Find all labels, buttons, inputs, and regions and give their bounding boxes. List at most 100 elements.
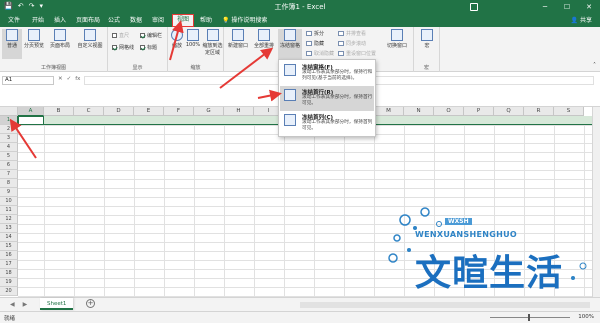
page-break-preview-button[interactable]: 分页预览 xyxy=(24,29,44,59)
column-header-g[interactable]: G xyxy=(194,107,224,116)
arrange-all-button[interactable]: 全部重排 xyxy=(252,29,276,59)
select-all-button[interactable] xyxy=(0,107,18,116)
cancel-icon[interactable]: ✕ xyxy=(58,76,63,82)
menu-item-freeze-first-column[interactable]: 冻结首列(C) 滚动工作表其余部分时，保持首列可见。 xyxy=(280,111,374,136)
row-header-3[interactable]: 3 xyxy=(0,134,18,143)
tab-insert[interactable]: 插入 xyxy=(50,14,70,27)
row-gridline xyxy=(18,143,600,144)
group-show: 直尺 网格线 编辑栏 标题 显示 xyxy=(108,27,168,72)
tab-home[interactable]: 开始 xyxy=(28,14,48,27)
row-header-14[interactable]: 14 xyxy=(0,233,18,242)
view-side-by-side-button[interactable]: 并排查看 xyxy=(338,30,366,37)
tab-file[interactable]: 文件 xyxy=(4,14,24,27)
row-header-5[interactable]: 5 xyxy=(0,152,18,161)
prev-sheet-icon[interactable]: ◀ xyxy=(10,301,15,308)
reset-window-position-button[interactable]: 重设窗口位置 xyxy=(338,50,376,57)
switch-windows-button[interactable]: 切换窗口 xyxy=(384,29,410,59)
column-header-s[interactable]: S xyxy=(554,107,584,116)
custom-views-label: 自定义视图 xyxy=(77,43,103,49)
close-button[interactable]: ✕ xyxy=(578,0,600,14)
row-header-18[interactable]: 18 xyxy=(0,269,18,278)
column-header-p[interactable]: P xyxy=(464,107,494,116)
headings-checkbox[interactable]: 标题 xyxy=(140,44,157,51)
column-header-d[interactable]: D xyxy=(104,107,134,116)
normal-view-button[interactable]: 普通 xyxy=(2,29,22,59)
ribbon-display-options-icon[interactable] xyxy=(470,3,478,11)
row-header-8[interactable]: 8 xyxy=(0,179,18,188)
split-button[interactable]: 拆分 xyxy=(306,30,324,37)
add-sheet-icon[interactable]: + xyxy=(86,299,95,308)
gridlines-checkbox[interactable]: 网格线 xyxy=(112,44,134,51)
menu-item-freeze-top-row[interactable]: 冻结首行(R) 滚动工作表其余部分时，保持首行可见。 xyxy=(280,86,374,111)
column-header-q[interactable]: Q xyxy=(494,107,524,116)
freeze-top-row-icon xyxy=(284,89,296,101)
column-header-o[interactable]: O xyxy=(434,107,464,116)
column-header-c[interactable]: C xyxy=(74,107,104,116)
tab-review[interactable]: 审阅 xyxy=(148,14,168,27)
next-sheet-icon[interactable]: ▶ xyxy=(23,301,28,308)
macros-button[interactable]: 宏 xyxy=(417,29,437,59)
zoom-to-selection-button[interactable]: 缩放到选定区域 xyxy=(202,29,223,59)
tab-data[interactable]: 数据 xyxy=(126,14,146,27)
share-button[interactable]: 👤 共享 xyxy=(571,14,592,27)
vertical-scrollbar[interactable] xyxy=(592,107,600,297)
hide-button[interactable]: 隐藏 xyxy=(306,40,324,47)
row-header-16[interactable]: 16 xyxy=(0,251,18,260)
row-header-15[interactable]: 15 xyxy=(0,242,18,251)
tab-page-layout[interactable]: 页面布局 xyxy=(72,14,104,27)
row-header-12[interactable]: 12 xyxy=(0,215,18,224)
minimize-button[interactable]: ─ xyxy=(534,0,556,14)
freeze-first-column-icon xyxy=(284,114,296,126)
row-header-13[interactable]: 13 xyxy=(0,224,18,233)
row-gridline xyxy=(18,152,600,153)
column-header-f[interactable]: F xyxy=(164,107,194,116)
headings-label: 标题 xyxy=(147,45,158,51)
row-header-17[interactable]: 17 xyxy=(0,260,18,269)
column-header-r[interactable]: R xyxy=(524,107,554,116)
row-header-9[interactable]: 9 xyxy=(0,188,18,197)
row-header-1[interactable]: 1 xyxy=(0,116,18,125)
maximize-button[interactable]: ☐ xyxy=(556,0,578,14)
sheet-tab-sheet1[interactable]: Sheet1 xyxy=(40,298,74,310)
custom-views-icon xyxy=(84,29,96,41)
unhide-button[interactable]: 取消隐藏 xyxy=(306,50,334,57)
formula-bar-checkbox[interactable]: 编辑栏 xyxy=(140,32,162,39)
tab-view[interactable]: 视图 xyxy=(172,14,195,27)
new-window-button[interactable]: 新建窗口 xyxy=(226,29,250,59)
zoom-button[interactable]: 缩放 xyxy=(170,29,184,59)
enter-icon[interactable]: ✓ xyxy=(67,76,72,82)
active-cell-a1[interactable] xyxy=(18,116,44,125)
freeze-panes-button[interactable]: 冻结窗格 xyxy=(278,29,302,59)
horizontal-scrollbar[interactable] xyxy=(300,302,590,308)
row-header-11[interactable]: 11 xyxy=(0,206,18,215)
row-header-20[interactable]: 20 xyxy=(0,287,18,296)
row-header-19[interactable]: 19 xyxy=(0,278,18,287)
menu-item-freeze-panes[interactable]: 冻结窗格(F) 滚动工作表其余部分时，保持行和列可见(基于当前的选择)。 xyxy=(280,61,374,86)
row-header-10[interactable]: 10 xyxy=(0,197,18,206)
column-header-h[interactable]: H xyxy=(224,107,254,116)
ruler-checkbox[interactable]: 直尺 xyxy=(112,32,129,39)
insert-function-icon[interactable]: fx xyxy=(75,76,80,82)
person-icon: 👤 xyxy=(570,17,580,24)
row-gridline xyxy=(18,251,600,252)
page-layout-view-button[interactable]: 页面布局 xyxy=(48,29,72,59)
name-box[interactable]: A1 xyxy=(2,76,54,85)
zoom-level[interactable]: 100% xyxy=(578,314,594,320)
tab-formulas[interactable]: 公式 xyxy=(104,14,124,27)
zoom-slider[interactable] xyxy=(490,314,570,321)
tab-help[interactable]: 帮助 xyxy=(196,14,216,27)
row-header-2[interactable]: 2 xyxy=(0,125,18,134)
column-header-e[interactable]: E xyxy=(134,107,164,116)
tell-me-search[interactable]: 💡 操作说明搜索 xyxy=(218,14,271,27)
row-header-6[interactable]: 6 xyxy=(0,161,18,170)
column-header-b[interactable]: B xyxy=(44,107,74,116)
collapse-ribbon-icon[interactable]: ˄ xyxy=(593,62,596,69)
row-header-7[interactable]: 7 xyxy=(0,170,18,179)
row-header-4[interactable]: 4 xyxy=(0,143,18,152)
sync-scrolling-button[interactable]: 同步滚动 xyxy=(338,40,366,47)
custom-views-button[interactable]: 自定义视图 xyxy=(76,29,104,59)
zoom-100-button[interactable]: 100% xyxy=(185,29,201,59)
column-header-n[interactable]: N xyxy=(404,107,434,116)
column-header-a[interactable]: A xyxy=(18,107,44,116)
column-header-m[interactable]: M xyxy=(374,107,404,116)
